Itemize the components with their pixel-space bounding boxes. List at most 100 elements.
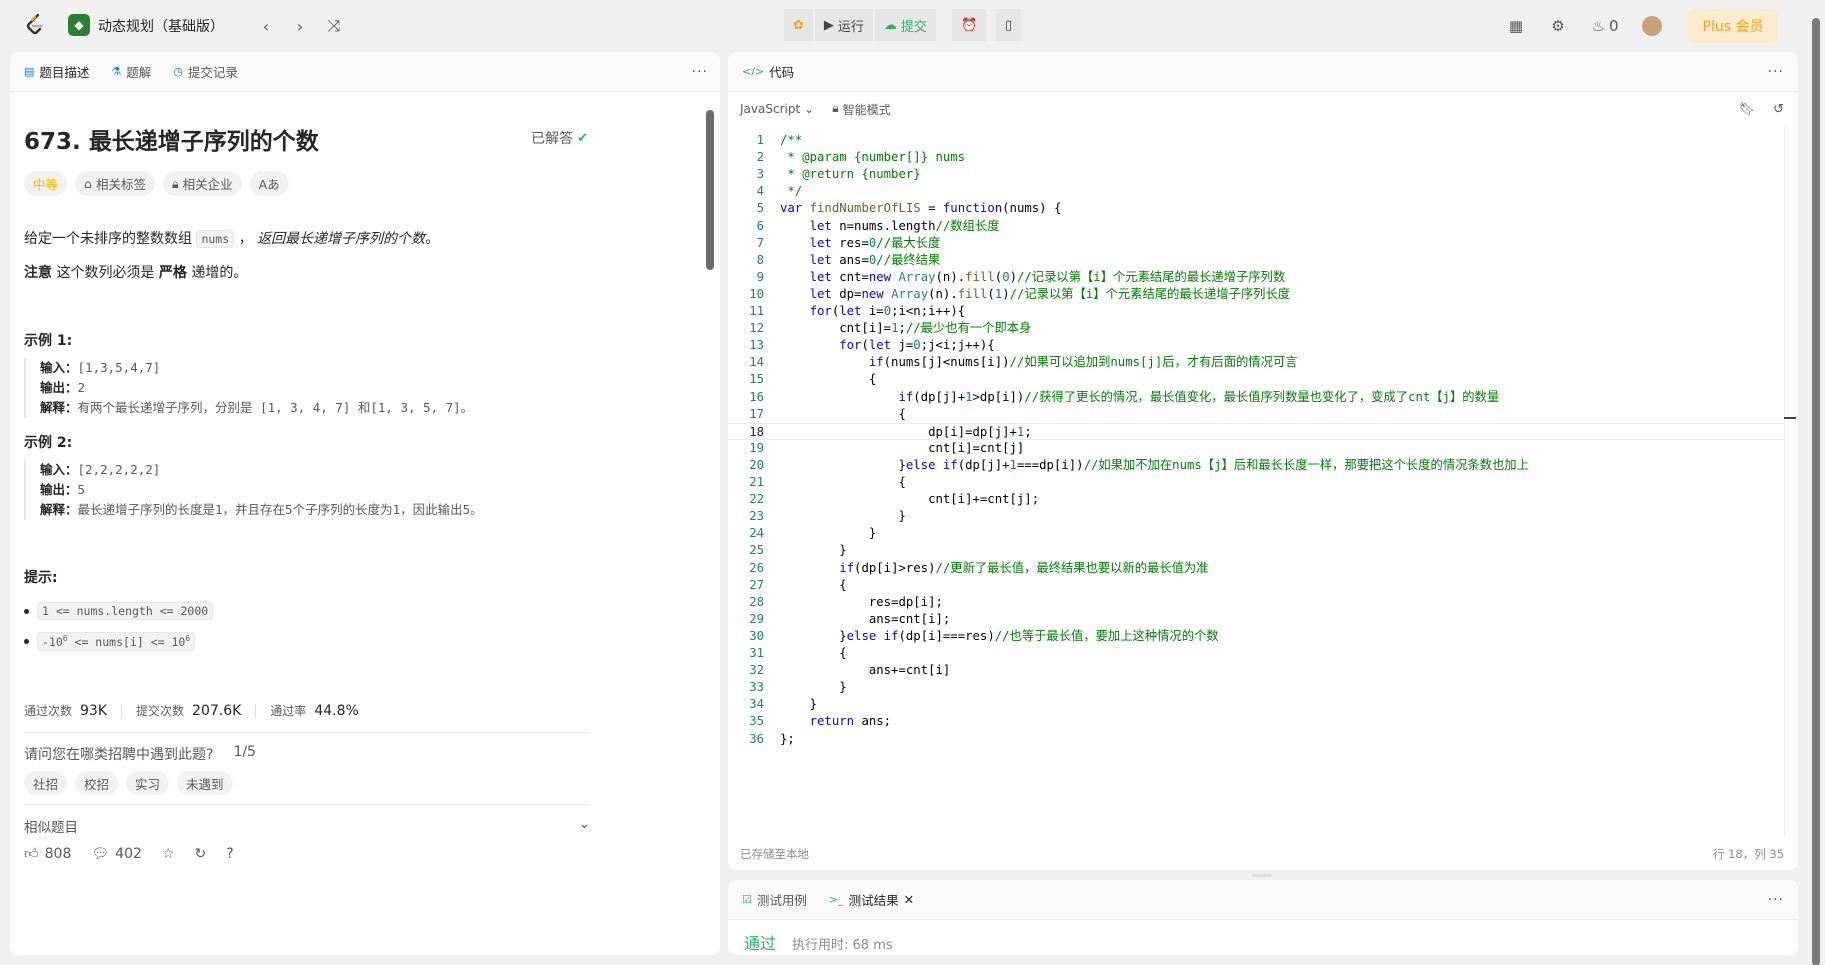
gear-icon[interactable]: ⚙ (1546, 14, 1570, 38)
panel-resize-handle[interactable] (1252, 874, 1272, 877)
timer-button[interactable]: ⏰ (952, 9, 987, 41)
code-line[interactable]: 15 { (728, 371, 1784, 388)
code-line[interactable]: 7 let res=0//最大长度 (728, 235, 1784, 252)
code-line[interactable]: 2 * @param {number[]} nums (728, 149, 1784, 166)
code-line[interactable]: 21 { (728, 474, 1784, 491)
tab-description[interactable]: ▤ 题目描述 (24, 62, 89, 81)
code-line[interactable]: 23 } (728, 508, 1784, 525)
code-line[interactable]: 16 if(dp[j]+1>dp[i])//获得了更长的情况，最长值变化，最长值… (728, 389, 1784, 406)
leetcode-logo-icon[interactable] (22, 12, 48, 38)
code-line[interactable]: 26 if(dp[i]>res)//更新了最长值，最终结果也要以新的最长值为准 (728, 560, 1784, 577)
more-options-icon[interactable]: ··· (1768, 64, 1784, 80)
debug-button[interactable]: ✿ (784, 9, 813, 41)
code-line[interactable]: 13 for(let j=0;j<i;j++){ (728, 337, 1784, 354)
left-scrollbar[interactable] (706, 110, 714, 270)
code-text: let n=nums.length//数组长度 (809, 218, 1000, 233)
like-button[interactable]: 👍︎ 808 (24, 845, 71, 863)
companies-tag-button[interactable]: 🔒︎ 相关企业 (162, 171, 242, 196)
code-line[interactable]: 34 } (728, 696, 1784, 713)
survey-option[interactable]: 未遇到 (177, 771, 233, 795)
code-line[interactable]: 20 }else if(dp[j]+1===dp[i])//如果加不加在nums… (728, 457, 1784, 474)
code-line[interactable]: 30 }else if(dp[i]===res)//也等于最长值，要加上这种情况… (728, 628, 1784, 645)
shuffle-icon[interactable]: ⤨ (322, 14, 346, 38)
similar-problems-toggle[interactable]: 相似题目 ⌄ (24, 816, 590, 836)
code-text: dp[i]=dp[j]+1; (780, 424, 1032, 439)
line-number: 36 (749, 731, 764, 746)
code-line[interactable]: 28 res=dp[i]; (728, 594, 1784, 611)
problem-list-icon[interactable]: ◆ (68, 14, 90, 36)
close-icon[interactable]: ✕ (904, 892, 914, 907)
font-size-button[interactable]: Aあ (249, 171, 289, 196)
code-line[interactable]: 27 { (728, 577, 1784, 594)
tab-code[interactable]: </> 代码 (742, 62, 794, 81)
line-number: 26 (749, 560, 764, 575)
avatar[interactable] (1640, 14, 1664, 38)
code-line[interactable]: 31 { (728, 645, 1784, 662)
comment-icon: 💬︎ (91, 845, 110, 862)
code-line[interactable]: 1 /** (728, 132, 1784, 149)
tab-test-cases[interactable]: ☑ 测试用例 (742, 890, 807, 909)
code-line[interactable]: 8 let ans=0//最终结果 (728, 252, 1784, 269)
more-options-icon[interactable]: ··· (1768, 892, 1784, 908)
code-line[interactable]: 11 for(let i=0;i<n;i++){ (728, 303, 1784, 320)
notes-button[interactable]: ▯ (996, 9, 1022, 41)
bookmark-icon[interactable]: 🔖︎ (1739, 102, 1756, 117)
tab-submissions[interactable]: ◷ 提交记录 (173, 62, 238, 81)
problem-list-title[interactable]: 动态规划（基础版） (98, 16, 224, 36)
code-text: let ans=0//最终结果 (809, 252, 941, 267)
line-number: 24 (749, 526, 764, 541)
submit-button[interactable]: ☁ 提交 (874, 9, 936, 41)
code-editor[interactable]: 1/** 2 * @param {number[]} nums 3 * @retur… (728, 126, 1784, 836)
code-line[interactable]: 6 let n=nums.length//数组长度 (728, 218, 1784, 235)
code-line[interactable]: 3 * @return {number} (728, 166, 1784, 183)
code-line[interactable]: 4 */ (728, 183, 1784, 200)
run-button[interactable]: ▶ 运行 (814, 9, 873, 41)
comments-button[interactable]: 💬︎ 402 (91, 846, 142, 862)
code-line[interactable]: 29 ans=cnt[i]; (728, 611, 1784, 628)
terminal-icon: >_ (828, 893, 844, 906)
more-options-icon[interactable]: ··· (692, 64, 708, 80)
code-line[interactable]: 35 return ans; (728, 713, 1784, 730)
survey-options: 社招 校招 实习 未遇到 (24, 771, 233, 795)
document-icon: ▤ (24, 65, 35, 78)
play-icon: ▶ (823, 17, 834, 33)
page-scrollbar[interactable] (1812, 18, 1820, 965)
editor-scrollbar[interactable] (1784, 126, 1796, 836)
code-line[interactable]: 18 dp[i]=dp[j]+1; (728, 422, 1784, 440)
reset-icon[interactable]: ↺ (1773, 102, 1784, 117)
tab-solutions[interactable]: ⚗ 题解 (111, 62, 151, 81)
code-line[interactable]: 22 cnt[i]+=cnt[j]; (728, 491, 1784, 508)
streak-counter[interactable]: ♨ 0 (1588, 14, 1622, 38)
language-select[interactable]: JavaScript ⌄ (740, 102, 814, 116)
code-line[interactable]: 14 if(nums[j]<nums[i])//如果可以追加到nums[j]后，… (728, 354, 1784, 371)
help-button[interactable]: ? (226, 846, 233, 862)
share-button[interactable]: ↻ (194, 846, 206, 862)
layout-icon[interactable]: ▦ (1504, 14, 1528, 38)
code-line[interactable]: 36}; (728, 731, 1784, 748)
survey-option[interactable]: 实习 (126, 771, 170, 795)
code-line[interactable]: 12 cnt[i]=1;//最少也有一个即本身 (728, 320, 1784, 337)
code-line[interactable]: 17 { (728, 406, 1784, 423)
constraint-item: -106 <= nums[i] <= 106 (24, 632, 196, 651)
plus-member-button[interactable]: Plus 会员 (1688, 9, 1778, 43)
mode-toggle[interactable]: 🔒︎ 智能模式 (832, 101, 890, 118)
code-line[interactable]: 33 } (728, 679, 1784, 696)
line-number: 29 (749, 611, 764, 626)
line-number: 28 (749, 594, 764, 609)
code-line[interactable]: 9 let cnt=new Array(n).fill(0)//记录以第【i】个… (728, 269, 1784, 286)
code-line[interactable]: 25 } (728, 542, 1784, 559)
code-line[interactable]: 5 var findNumberOfLIS = function(nums) { (728, 200, 1784, 217)
survey-option[interactable]: 社招 (24, 771, 68, 795)
code-line[interactable]: 32 ans+=cnt[i] (728, 662, 1784, 679)
next-problem-icon[interactable]: › (288, 14, 312, 38)
survey-option[interactable]: 校招 (75, 771, 119, 795)
line-number: 10 (749, 286, 764, 301)
topics-tag-button[interactable]: ⌂ 相关标签 (75, 171, 155, 196)
code-line[interactable]: 10 let dp=new Array(n).fill(1)//记录以第【i】个… (728, 286, 1784, 303)
code-line[interactable]: 24 } (728, 525, 1784, 542)
tab-test-results[interactable]: >_ 测试结果 ✕ (829, 890, 914, 909)
code-line[interactable]: 19 cnt[i]=cnt[j] (728, 440, 1784, 457)
prev-problem-icon[interactable]: ‹ (254, 14, 278, 38)
example-2-block: 输入：[2,2,2,2,2] 输出：5 解释：最长递增子序列的长度是1，并且存在… (24, 460, 584, 520)
favorite-button[interactable]: ☆ (162, 846, 175, 862)
